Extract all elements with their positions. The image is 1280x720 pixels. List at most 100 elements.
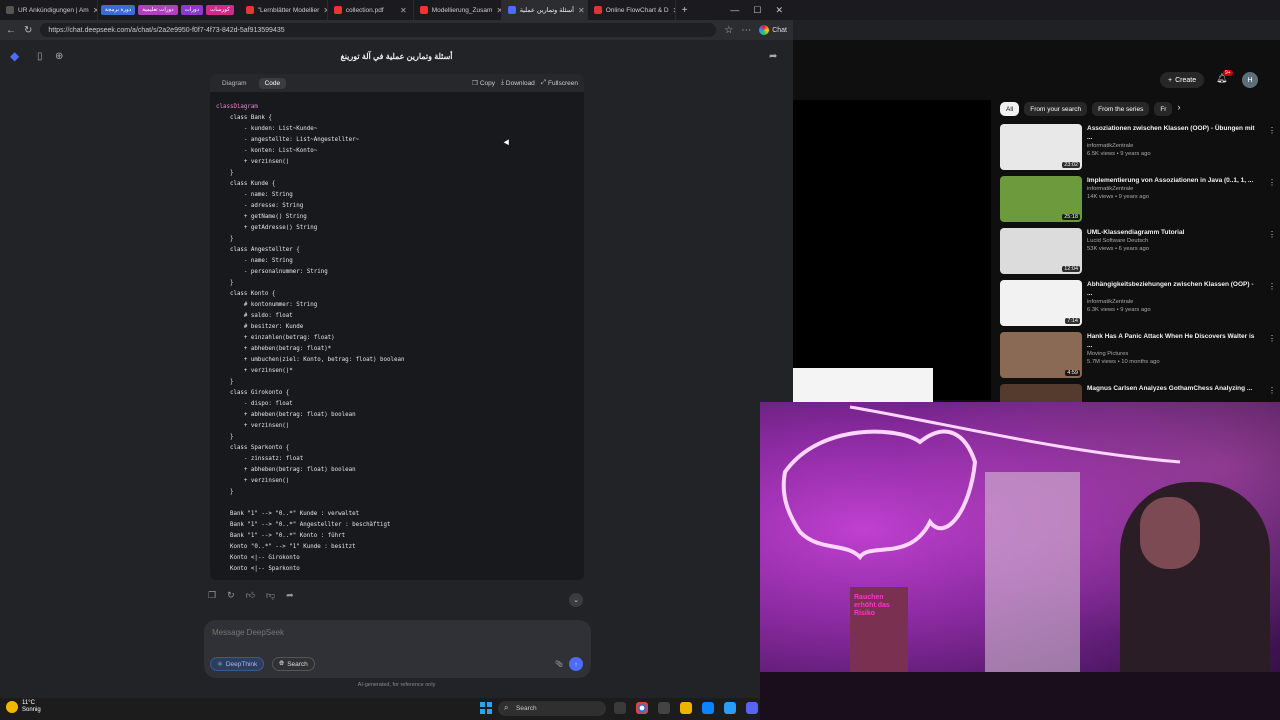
more-options-icon[interactable]: ⋮: [1268, 126, 1276, 135]
minimize-icon[interactable]: —: [730, 5, 739, 16]
maximize-icon[interactable]: ☐: [753, 5, 761, 16]
search-button[interactable]: 🌐︎ Search: [272, 657, 315, 671]
video-item[interactable]: 25:18 Implementierung von Assoziationen i…: [1000, 176, 1276, 228]
back-icon[interactable]: ←: [6, 25, 16, 36]
tab-diagram[interactable]: Diagram: [216, 78, 253, 89]
channel-name[interactable]: informatikZentrale: [1087, 185, 1259, 193]
disclaimer: AI-generated, for reference only: [357, 682, 436, 688]
avatar[interactable]: H: [1242, 72, 1258, 88]
video-item[interactable]: 4:59 Hank Has A Panic Attack When He Disc…: [1000, 332, 1276, 384]
thumbs-down-icon[interactable]: 👎︎: [266, 590, 275, 601]
tab-flowchart[interactable]: Online FlowChart & D ✕: [588, 0, 676, 20]
download-button[interactable]: ⤓ Download: [501, 79, 535, 87]
video-title[interactable]: Hank Has A Panic Attack When He Discover…: [1087, 332, 1259, 350]
channel-name[interactable]: informatikZentrale: [1087, 298, 1259, 306]
video-title[interactable]: Magnus Carlsen Analyzes GothamChess Anal…: [1087, 384, 1259, 393]
star-icon[interactable]: ☆: [724, 25, 733, 36]
video-title[interactable]: Implementierung von Assoziationen in Jav…: [1087, 176, 1259, 185]
thumbs-up-icon[interactable]: 👍︎: [246, 590, 255, 601]
close-icon[interactable]: ✕: [578, 6, 585, 15]
create-button[interactable]: + Create: [1160, 72, 1205, 88]
video-item[interactable]: 7:14 Abhängigkeitsbeziehungen zwischen Kl…: [1000, 280, 1276, 332]
video-thumbnail[interactable]: 25:18: [1000, 176, 1082, 222]
tab-lernblaetter[interactable]: "Lernblätter Modellier ✕: [240, 0, 328, 20]
tab-label: "Lernblätter Modellier: [257, 6, 320, 14]
tab-collection[interactable]: collection.pdf ✕: [328, 0, 414, 20]
code-line: class Kunde {: [216, 181, 276, 187]
send-button[interactable]: ↑: [569, 657, 583, 671]
chip-all[interactable]: All: [1000, 102, 1020, 116]
video-item[interactable]: 12:04 UML-Klassendiagramm Tutorial Lucid S…: [1000, 228, 1276, 280]
taskbar-search[interactable]: Search: [498, 701, 606, 716]
pinned-pill[interactable]: دورات تعليمية: [138, 5, 178, 15]
channel-name[interactable]: Moving Pictures: [1087, 350, 1259, 358]
copy-button[interactable]: ❐ Copy: [472, 79, 495, 88]
chip-from-search[interactable]: From your search: [1024, 102, 1088, 116]
task-view-icon[interactable]: [614, 702, 626, 714]
fullscreen-button[interactable]: ⤢ Fullscreen: [541, 79, 578, 87]
address-bar: ← ↻ https://chat.deepseek.com/a/chat/s/2…: [0, 20, 793, 40]
pinned-pill[interactable]: كورسات: [206, 5, 234, 15]
book-text: Rauchen erhöht das Risiko: [854, 594, 890, 617]
code-line: - konten: List~Konto~: [216, 148, 318, 154]
chip-more[interactable]: Fr: [1154, 102, 1173, 116]
code-line: Bank "1" --> "0..*" Konto : führt: [216, 533, 346, 539]
regenerate-icon[interactable]: ↻: [227, 590, 235, 601]
more-options-icon[interactable]: ⋮: [1268, 230, 1276, 239]
discord-icon[interactable]: [746, 702, 758, 714]
more-options-icon[interactable]: ⋮: [1268, 282, 1276, 291]
file-explorer-icon[interactable]: [680, 702, 692, 714]
tab-ur[interactable]: UR Ankündigungen | Am ✕: [0, 0, 98, 20]
code-line: }: [216, 280, 234, 286]
tab-deepseek[interactable]: أسئلة وتمارين عملية ✕: [501, 0, 588, 20]
channel-name[interactable]: Lucid Software Deutsch: [1087, 237, 1259, 245]
close-icon[interactable]: ✕: [400, 6, 407, 15]
video-title[interactable]: UML-Klassendiagramm Tutorial: [1087, 228, 1259, 237]
video-item[interactable]: 23:02 Assoziationen zwischen Klassen (OOP…: [1000, 124, 1276, 176]
code-line: # besitzer: Kunde: [216, 324, 304, 330]
weather-widget[interactable]: 11°C Sonnig: [6, 700, 41, 714]
code-line: + abheben(betrag: float) boolean: [216, 412, 356, 418]
tab-strip: UR Ankündigungen | Am ✕ دورة برمجة دورات…: [0, 0, 793, 20]
tab-modellierung[interactable]: Modellierung_Zusam ✕: [414, 0, 502, 20]
video-title[interactable]: Assoziationen zwischen Klassen (OOP) - Ü…: [1087, 124, 1259, 142]
video-player[interactable]: [793, 100, 991, 400]
pinned-pill[interactable]: دورات: [180, 5, 204, 15]
copy-icon[interactable]: ❐: [208, 590, 216, 601]
pinned-pill[interactable]: دورة برمجة: [101, 5, 136, 15]
channel-name[interactable]: informatikZentrale: [1087, 142, 1259, 150]
code-line: # saldo: float: [216, 313, 293, 319]
video-thumbnail[interactable]: 23:02: [1000, 124, 1082, 170]
code-line: Bank "1" --> "0..*" Kunde : verwaltet: [216, 511, 360, 517]
message-input[interactable]: [212, 628, 512, 637]
more-options-icon[interactable]: ⋮: [1268, 386, 1276, 395]
url-field[interactable]: https://chat.deepseek.com/a/chat/s/2a2e9…: [40, 23, 717, 37]
windows-start-icon[interactable]: [480, 702, 492, 714]
reload-icon[interactable]: ↻: [24, 25, 32, 36]
more-options-icon[interactable]: ⋮: [1268, 178, 1276, 187]
video-thumbnail[interactable]: 4:59: [1000, 332, 1082, 378]
chrome-icon[interactable]: [636, 702, 648, 714]
video-title[interactable]: Abhängigkeitsbeziehungen zwischen Klasse…: [1087, 280, 1259, 298]
close-window-icon[interactable]: ✕: [775, 5, 783, 16]
arrow-up-icon: ↑: [574, 660, 578, 668]
video-thumbnail[interactable]: 7:14: [1000, 280, 1082, 326]
chip-from-series[interactable]: From the series: [1092, 102, 1150, 116]
calculator-icon[interactable]: [658, 702, 670, 714]
chevron-right-icon[interactable]: ›: [1177, 102, 1180, 116]
more-options-icon[interactable]: ⋮: [1268, 334, 1276, 343]
tab-label: Online FlowChart & D: [605, 6, 669, 14]
share-icon[interactable]: ➦: [286, 590, 294, 601]
video-thumbnail[interactable]: 12:04: [1000, 228, 1082, 274]
extensions-icon[interactable]: ⋯: [741, 25, 751, 36]
tab-code[interactable]: Code: [258, 77, 287, 89]
edge-icon[interactable]: [702, 702, 714, 714]
chat-button[interactable]: Chat: [759, 25, 787, 35]
deepthink-button[interactable]: ⚛ DeepThink: [210, 657, 265, 671]
attach-icon[interactable]: 📎︎: [549, 657, 569, 671]
scroll-down-button[interactable]: ⌄: [569, 593, 583, 607]
code-line: }: [216, 379, 234, 385]
share-icon[interactable]: ➦: [769, 51, 777, 62]
new-tab-icon[interactable]: +: [676, 5, 688, 16]
edge-beta-icon[interactable]: [724, 702, 736, 714]
